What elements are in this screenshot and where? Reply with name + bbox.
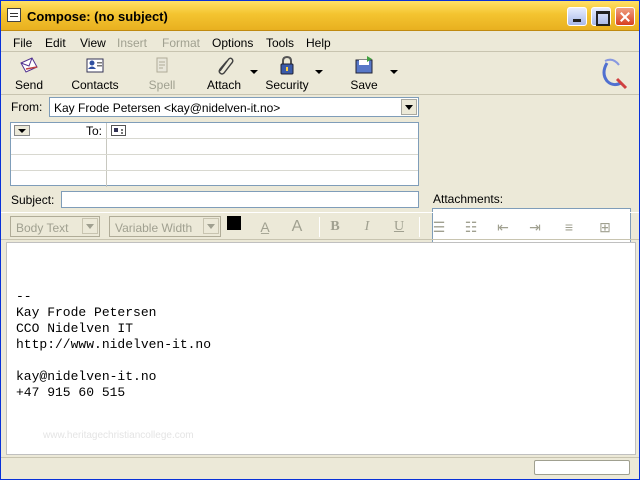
chevron-down-icon[interactable] — [82, 218, 98, 234]
recipient-type-cell[interactable]: To: — [11, 123, 107, 138]
outdent-icon[interactable]: ⇤ — [493, 218, 513, 236]
to-label: To: — [85, 124, 102, 138]
save-menu-arrow-icon[interactable] — [390, 70, 398, 74]
bullet-list-icon[interactable]: ☰ — [429, 218, 449, 236]
menu-view[interactable]: View — [80, 36, 106, 50]
address-card-icon — [111, 125, 126, 136]
message-body[interactable]: -- Kay Frode Petersen CCO Nidelven IT ht… — [6, 242, 636, 455]
recipient-row[interactable]: To: — [11, 123, 418, 139]
recipient-type-cell[interactable] — [11, 155, 107, 170]
from-value: Kay Frode Petersen <kay@nidelven-it.no> — [54, 101, 281, 115]
attachments-label: Attachments: — [433, 192, 504, 206]
recipient-row[interactable] — [11, 139, 418, 155]
text-color-swatch[interactable] — [227, 216, 241, 230]
font-select[interactable]: Variable Width — [109, 216, 221, 237]
chevron-down-icon[interactable] — [203, 218, 219, 234]
minimize-button[interactable] — [567, 7, 587, 26]
paragraph-style-select[interactable]: Body Text — [10, 216, 100, 237]
italic-icon[interactable]: I — [357, 218, 377, 236]
menu-help[interactable]: Help — [306, 36, 331, 50]
status-progress-panel — [534, 460, 630, 475]
save-label: Save — [350, 78, 378, 92]
maximize-button[interactable] — [591, 7, 611, 26]
from-label: From: — [11, 100, 43, 114]
menu-options[interactable]: Options — [212, 36, 253, 50]
recipient-list[interactable]: To: — [10, 122, 419, 187]
send-label: Send — [14, 78, 44, 92]
window-title: Compose: (no subject) — [27, 9, 168, 24]
bold-icon[interactable]: B — [325, 218, 345, 236]
align-icon[interactable]: ≡ — [559, 218, 579, 236]
numbered-list-icon[interactable]: ☷ — [461, 218, 481, 236]
recipient-row[interactable] — [11, 155, 418, 171]
spell-icon — [156, 57, 168, 73]
main-toolbar: Send Contacts Spell Attach Security Save — [1, 53, 639, 95]
send-icon — [20, 57, 38, 73]
mozilla-logo-icon — [602, 58, 628, 90]
recipient-type-dropdown[interactable] — [14, 125, 30, 136]
attach-button[interactable]: Attach — [205, 55, 243, 93]
message-header: From: Kay Frode Petersen <kay@nidelven-i… — [1, 96, 639, 304]
format-toolbar: Body Text Variable Width A̲ A B I U ☰ ☷ … — [1, 212, 639, 240]
menu-file[interactable]: File — [13, 36, 32, 50]
signature-line: kay@nidelven-it.no — [16, 369, 157, 384]
indent-icon[interactable]: ⇥ — [525, 218, 545, 236]
security-menu-arrow-icon[interactable] — [315, 70, 323, 74]
status-bar — [1, 457, 639, 479]
signature-line: CCO Nidelven IT — [16, 321, 134, 336]
toolbar-separator — [553, 217, 554, 237]
paperclip-icon — [218, 57, 234, 75]
toolbar-separator — [419, 217, 420, 237]
save-icon — [355, 56, 373, 74]
attach-menu-arrow-icon[interactable] — [250, 70, 258, 74]
paragraph-style-value: Body Text — [16, 221, 69, 235]
send-button[interactable]: Send — [11, 55, 47, 93]
menu-bar: File Edit View Insert Format Options Too… — [1, 32, 639, 52]
menu-format[interactable]: Format — [162, 36, 200, 50]
security-button[interactable]: Security — [265, 55, 309, 93]
recipient-row[interactable] — [11, 171, 418, 187]
contacts-label: Contacts — [71, 78, 119, 92]
subject-label: Subject: — [11, 193, 55, 207]
chevron-down-icon[interactable] — [401, 99, 417, 115]
contacts-button[interactable]: Contacts — [71, 55, 119, 93]
menu-tools[interactable]: Tools — [266, 36, 294, 50]
watermark-text: www.heritagechristiancollege.com — [43, 430, 194, 441]
close-button[interactable] — [615, 7, 635, 26]
compose-app-icon — [7, 8, 21, 22]
spell-button[interactable]: Spell — [145, 55, 179, 93]
recipient-type-cell[interactable] — [11, 171, 107, 187]
from-select[interactable]: Kay Frode Petersen <kay@nidelven-it.no> — [49, 97, 419, 117]
increase-font-size-icon[interactable]: A — [287, 218, 307, 236]
insert-object-icon[interactable]: ⊞ — [595, 218, 615, 236]
subject-input[interactable] — [61, 191, 419, 208]
security-label: Security — [265, 78, 309, 92]
attach-label: Attach — [206, 78, 242, 92]
signature-line: Kay Frode Petersen — [16, 305, 157, 320]
toolbar-separator — [319, 217, 320, 237]
lock-icon — [280, 55, 294, 75]
compose-window: Compose: (no subject) File Edit View Ins… — [0, 0, 640, 480]
save-button[interactable]: Save — [348, 55, 380, 93]
decrease-font-size-icon[interactable]: A̲ — [255, 218, 275, 236]
menu-insert[interactable]: Insert — [117, 36, 147, 50]
signature-line: -- — [16, 289, 32, 304]
title-bar[interactable]: Compose: (no subject) — [1, 1, 639, 31]
contacts-icon — [86, 58, 104, 73]
menu-edit[interactable]: Edit — [45, 36, 66, 50]
underline-icon[interactable]: U — [389, 218, 409, 236]
signature-line: +47 915 60 515 — [16, 385, 126, 400]
recipient-type-cell[interactable] — [11, 139, 107, 154]
spell-label: Spell — [148, 78, 176, 92]
font-value: Variable Width — [115, 221, 193, 235]
signature-line: http://www.nidelven-it.no — [16, 337, 212, 352]
